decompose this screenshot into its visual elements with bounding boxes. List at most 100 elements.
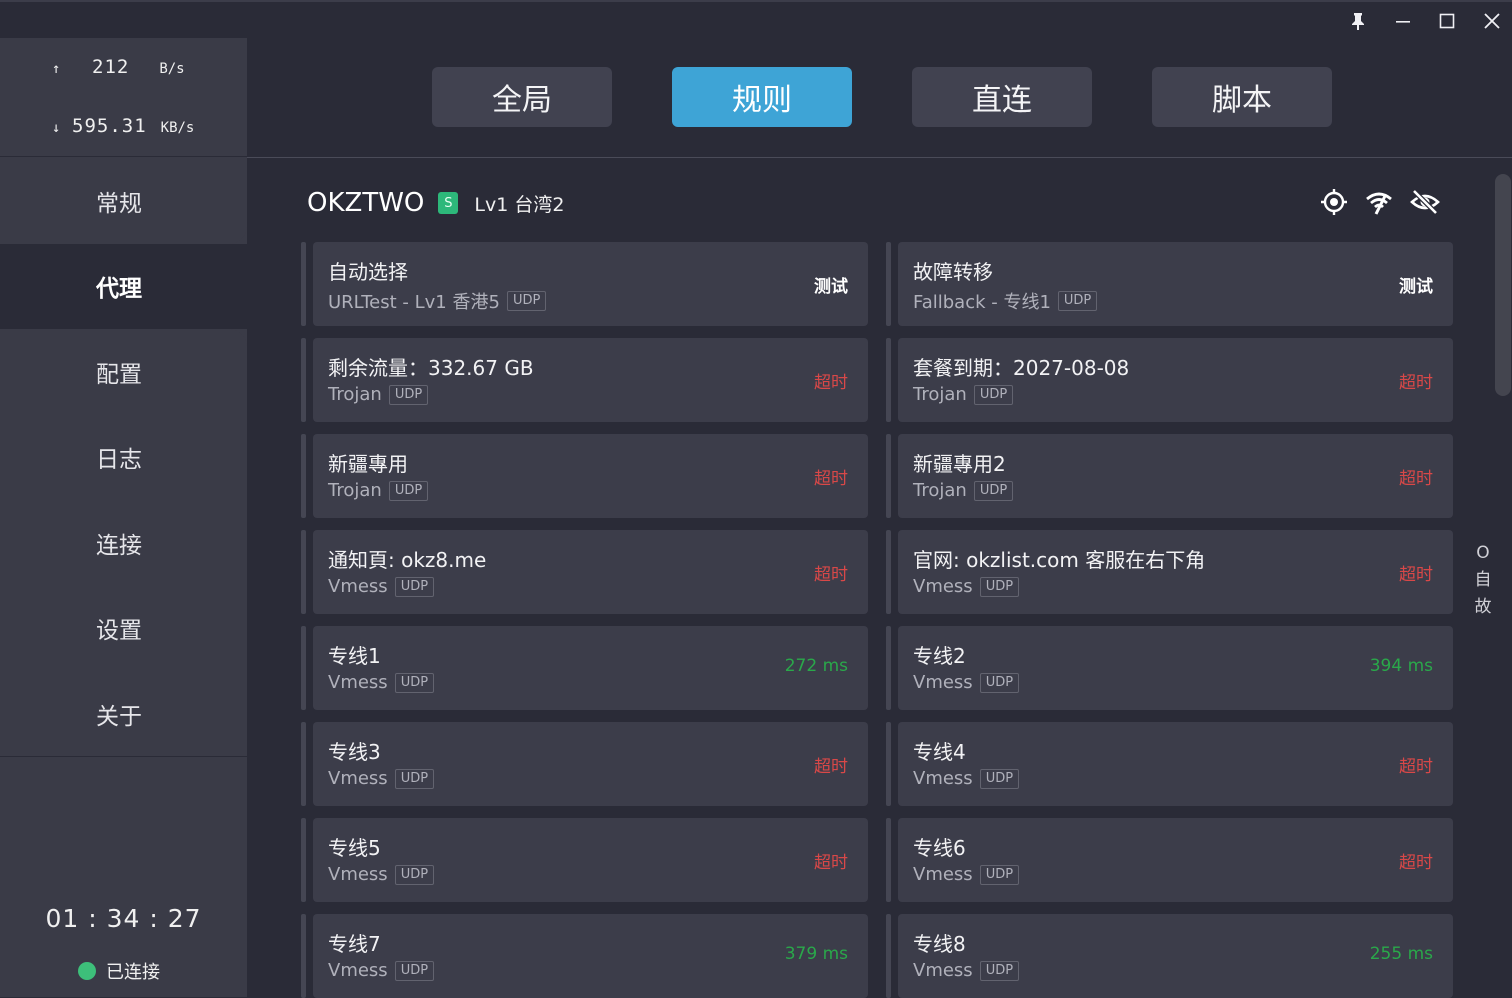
sidebar-item-settings[interactable]: 设置: [0, 585, 247, 671]
proxy-type-label: Trojan: [328, 480, 382, 501]
proxy-type: Vmess UDP: [913, 864, 1020, 885]
udp-badge: UDP: [979, 768, 1020, 789]
scrollbar[interactable]: [1495, 174, 1512, 997]
group-name: OKZTWO: [307, 188, 425, 218]
proxy-type-label: Vmess: [328, 672, 388, 693]
proxy-type-label: Vmess: [913, 864, 973, 885]
latency-value[interactable]: 255 ms: [1370, 944, 1433, 964]
upload-value: 212: [92, 56, 130, 78]
card-edge: [886, 242, 891, 326]
mode-global-button[interactable]: 全局: [432, 67, 612, 127]
proxy-name: 剩余流量：332.67 GB: [328, 356, 534, 380]
proxy-card[interactable]: 官网: okzlist.com 客服在右下角 Vmess UDP 超时: [886, 530, 1453, 614]
latency-value[interactable]: 超时: [1399, 368, 1433, 393]
udp-badge: UDP: [506, 291, 547, 311]
download-speed: ↓ 595.31 KB/s: [52, 115, 194, 137]
proxy-name: 故障转移: [913, 260, 993, 284]
sidebar-item-profiles[interactable]: 配置: [0, 329, 247, 415]
proxy-type-label: Vmess: [913, 768, 973, 789]
proxy-card[interactable]: 专线8 Vmess UDP 255 ms: [886, 914, 1453, 998]
proxy-type: Vmess UDP: [913, 672, 1020, 693]
eye-off-icon[interactable]: [1409, 186, 1441, 218]
group-type-badge: S: [438, 192, 459, 214]
download-arrow-icon: ↓: [52, 120, 61, 136]
proxy-name: 套餐到期：2027-08-08: [913, 356, 1130, 380]
sidebar: ↑ 212 B/s ↓ 595.31 KB/s 常规 代理 配置 日志 连接 设…: [0, 38, 247, 997]
udp-badge: UDP: [973, 480, 1014, 501]
udp-badge: UDP: [979, 576, 1020, 597]
latency-value[interactable]: 超时: [814, 848, 848, 873]
udp-badge: UDP: [394, 768, 435, 789]
latency-value[interactable]: 272 ms: [785, 656, 848, 676]
locate-icon[interactable]: [1318, 186, 1350, 218]
sidebar-item-general[interactable]: 常规: [0, 158, 247, 244]
proxy-card[interactable]: 套餐到期：2027-08-08 Trojan UDP 超时: [886, 338, 1453, 422]
proxy-card[interactable]: 专线1 Vmess UDP 272 ms: [301, 626, 868, 710]
proxy-type: Trojan UDP: [328, 384, 429, 405]
card-edge: [886, 434, 891, 518]
proxy-card[interactable]: 故障转移 Fallback - 专线1 UDP 测试: [886, 242, 1453, 326]
sidebar-item-proxy[interactable]: 代理: [0, 243, 247, 329]
proxy-name: 官网: okzlist.com 客服在右下角: [913, 548, 1206, 572]
latency-value[interactable]: 超时: [814, 368, 848, 393]
upload-arrow-icon: ↑: [52, 61, 61, 77]
latency-value[interactable]: 超时: [814, 560, 848, 585]
proxy-name: 专线6: [913, 836, 966, 860]
mode-direct-button[interactable]: 直连: [912, 67, 1092, 127]
latency-value[interactable]: 394 ms: [1370, 656, 1433, 676]
proxy-group-header: OKZTWO S Lv1 台湾2: [307, 185, 564, 221]
latency-value[interactable]: 超时: [814, 464, 848, 489]
proxy-card[interactable]: 专线3 Vmess UDP 超时: [301, 722, 868, 806]
sidebar-item-logs[interactable]: 日志: [0, 414, 247, 500]
proxy-card[interactable]: 新疆專用 Trojan UDP 超时: [301, 434, 868, 518]
download-value: 595.31: [72, 115, 147, 137]
wifi-test-icon[interactable]: [1363, 186, 1395, 218]
title-bar: [0, 0, 1512, 38]
card-edge: [886, 818, 891, 902]
proxy-card[interactable]: 通知頁: okz8.me Vmess UDP 超时: [301, 530, 868, 614]
sidebar-item-about[interactable]: 关于: [0, 671, 247, 757]
proxy-card[interactable]: 自动选择 URLTest - Lv1 香港5 UDP 测试: [301, 242, 868, 326]
latency-value[interactable]: 超时: [1399, 464, 1433, 489]
latency-value[interactable]: 超时: [1399, 752, 1433, 777]
mode-script-button[interactable]: 脚本: [1152, 67, 1332, 127]
udp-badge: UDP: [979, 864, 1020, 885]
latency-test-button[interactable]: 测试: [1399, 272, 1433, 297]
proxy-name: 通知頁: okz8.me: [328, 548, 487, 572]
pin-icon[interactable]: [1343, 8, 1373, 34]
card-edge: [301, 530, 306, 614]
proxy-type: URLTest - Lv1 香港5 UDP: [328, 288, 547, 314]
udp-badge: UDP: [979, 672, 1020, 693]
proxy-type: Vmess UDP: [913, 960, 1020, 981]
latency-value[interactable]: 超时: [814, 752, 848, 777]
proxy-card[interactable]: 新疆專用2 Trojan UDP 超时: [886, 434, 1453, 518]
proxy-type: Trojan UDP: [328, 480, 429, 501]
close-icon[interactable]: [1477, 8, 1507, 34]
proxy-card[interactable]: 专线6 Vmess UDP 超时: [886, 818, 1453, 902]
proxy-type: Trojan UDP: [913, 384, 1014, 405]
maximize-icon[interactable]: [1432, 8, 1462, 34]
proxy-card[interactable]: 专线7 Vmess UDP 379 ms: [301, 914, 868, 998]
proxy-name: 专线8: [913, 932, 966, 956]
download-unit: KB/s: [160, 120, 195, 136]
latency-value[interactable]: 379 ms: [785, 944, 848, 964]
group-jump-hint[interactable]: O 自 故: [1472, 540, 1494, 621]
jump-hint-line: O: [1476, 543, 1490, 563]
proxy-card[interactable]: 专线4 Vmess UDP 超时: [886, 722, 1453, 806]
latency-test-button[interactable]: 测试: [814, 272, 848, 297]
minimize-icon[interactable]: [1388, 8, 1418, 34]
udp-badge: UDP: [1057, 291, 1098, 311]
latency-value[interactable]: 超时: [1399, 560, 1433, 585]
proxy-card[interactable]: 专线2 Vmess UDP 394 ms: [886, 626, 1453, 710]
latency-value[interactable]: 超时: [1399, 848, 1433, 873]
udp-badge: UDP: [394, 864, 435, 885]
proxy-card[interactable]: 专线5 Vmess UDP 超时: [301, 818, 868, 902]
sidebar-item-connections[interactable]: 连接: [0, 500, 247, 586]
scrollbar-thumb[interactable]: [1495, 174, 1511, 396]
proxy-type-label: Vmess: [913, 576, 973, 597]
proxy-card[interactable]: 剩余流量：332.67 GB Trojan UDP 超时: [301, 338, 868, 422]
card-edge: [886, 626, 891, 710]
mode-rule-button[interactable]: 规则: [672, 67, 852, 127]
card-edge: [886, 914, 891, 998]
proxy-type-label: Vmess: [913, 960, 973, 981]
